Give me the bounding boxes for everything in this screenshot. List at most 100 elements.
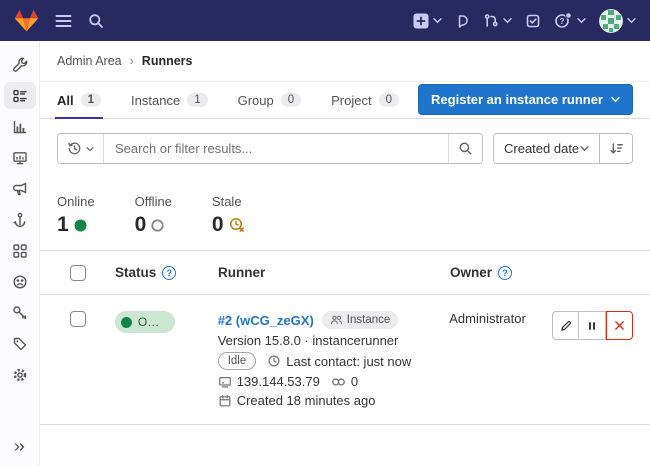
top-navbar: ? [0, 0, 650, 41]
new-menu-dropdown[interactable] [413, 13, 442, 29]
table-header-row: Status ? Runner Owner ? [40, 251, 650, 295]
people-icon [330, 314, 343, 326]
todos-icon[interactable] [525, 13, 541, 29]
search-icon[interactable] [88, 13, 104, 29]
chevron-down-icon [611, 96, 620, 103]
label-tag-icon [12, 336, 28, 352]
idle-badge: Idle [218, 352, 257, 370]
merge-requests-dropdown[interactable] [483, 13, 512, 29]
pause-runner-button[interactable] [579, 311, 606, 340]
chevron-down-icon [627, 17, 636, 24]
chevron-down-icon [580, 145, 589, 152]
runner-row: Online #2 (wCG_zeGX) Instance [40, 295, 650, 425]
sidebar-item-abuse-reports[interactable] [4, 268, 36, 295]
sort-direction-button[interactable] [599, 134, 632, 163]
breadcrumb-runners: Runners [142, 54, 193, 68]
search-submit-button[interactable] [448, 134, 482, 163]
sidebar-item-admin-overview[interactable] [4, 51, 36, 78]
double-chevron-right-icon [13, 440, 27, 454]
wrench-icon [12, 57, 28, 73]
stat-stale: Stale 0 [212, 194, 245, 237]
tab-all[interactable]: All 1 [57, 82, 101, 118]
online-dot-icon [74, 219, 87, 232]
help-icon: ? [554, 12, 573, 29]
instance-type-badge: Instance [322, 311, 398, 329]
runner-actions [552, 311, 633, 340]
offline-ring-icon [151, 219, 164, 232]
sidebar-item-system-hooks[interactable] [4, 206, 36, 233]
merge-request-icon [483, 13, 499, 29]
edit-runner-button[interactable] [552, 311, 579, 340]
key-icon [12, 305, 28, 321]
filtered-search [57, 133, 483, 164]
overview-list-icon [12, 88, 28, 104]
chevron-down-icon [503, 17, 512, 24]
delete-runner-button[interactable] [606, 311, 633, 340]
sidebar-item-analytics[interactable] [4, 113, 36, 140]
select-all-checkbox[interactable] [70, 265, 86, 281]
user-menu-dropdown[interactable] [599, 9, 636, 33]
status-badge: Online [115, 311, 175, 333]
runner-link[interactable]: #2 (wCG_zeGX) [218, 313, 314, 328]
sort-by-dropdown[interactable]: Created date [494, 134, 599, 163]
main-content: Admin Area › Runners All 1 Instance 1 Gr… [40, 41, 650, 466]
runner-version-line: Version 15.8.0 · instancerunner [218, 333, 450, 348]
last-contact-text: Last contact: just now [286, 354, 411, 369]
calendar-icon [218, 394, 232, 408]
hook-icon [12, 212, 28, 228]
close-x-icon [613, 319, 626, 332]
grid-icon [12, 243, 28, 259]
link-icon [331, 376, 346, 388]
breadcrumb: Admin Area › Runners [40, 41, 650, 82]
search-history-dropdown[interactable] [58, 134, 104, 163]
pencil-icon [559, 319, 573, 333]
sidebar-item-monitoring[interactable] [4, 144, 36, 171]
host-monitor-icon [218, 375, 232, 389]
sidebar-item-overview-selected[interactable] [4, 82, 36, 109]
breadcrumb-admin-area[interactable]: Admin Area [57, 54, 122, 68]
filter-toolbar: Created date [57, 133, 633, 164]
created-text: Created 18 minutes ago [237, 393, 376, 408]
sidebar-item-settings[interactable] [4, 361, 36, 388]
status-help-icon[interactable]: ? [162, 266, 176, 280]
stale-clock-icon [229, 217, 245, 233]
gitlab-logo[interactable] [14, 9, 39, 33]
sidebar-collapse-toggle[interactable] [0, 440, 40, 454]
stat-online: Online 1 [57, 194, 95, 237]
issues-icon[interactable] [455, 13, 470, 29]
search-input[interactable] [104, 134, 448, 163]
help-dropdown[interactable]: ? [554, 12, 586, 29]
runner-owner: Administrator [449, 311, 526, 326]
gear-icon [12, 367, 28, 383]
chevron-down-icon [86, 146, 94, 152]
sort-descending-icon [609, 141, 624, 156]
pause-icon [586, 320, 598, 332]
avatar [599, 9, 623, 33]
chevron-down-icon [433, 17, 442, 24]
hamburger-menu-icon[interactable] [55, 14, 72, 28]
admin-sidebar [0, 41, 40, 466]
row-checkbox[interactable] [70, 311, 86, 327]
plus-square-icon [413, 13, 429, 29]
sidebar-item-applications[interactable] [4, 237, 36, 264]
sidebar-item-labels[interactable] [4, 330, 36, 357]
tab-instance[interactable]: Instance 1 [131, 82, 208, 118]
monitor-icon [12, 150, 28, 166]
runners-table: Status ? Runner Owner ? Online [40, 250, 650, 425]
runner-ip: 139.144.53.79 [237, 374, 320, 389]
tab-project[interactable]: Project 0 [331, 82, 399, 118]
register-instance-runner-button[interactable]: Register an instance runner [418, 84, 633, 115]
runner-column-header: Runner [218, 265, 265, 280]
clock-icon [267, 354, 281, 368]
owner-help-icon[interactable]: ? [498, 266, 512, 280]
tab-group-count: 0 [281, 93, 301, 107]
svg-text:?: ? [560, 17, 565, 26]
breadcrumb-separator: › [130, 54, 134, 68]
sort-controls: Created date [493, 133, 633, 164]
sidebar-item-deploy-keys[interactable] [4, 299, 36, 326]
sidebar-item-messages[interactable] [4, 175, 36, 202]
status-column-header: Status [115, 265, 156, 280]
runner-stats: Online 1 Offline 0 Stale 0 [57, 194, 633, 237]
tab-group[interactable]: Group 0 [238, 82, 302, 118]
online-dot-icon [121, 317, 132, 328]
